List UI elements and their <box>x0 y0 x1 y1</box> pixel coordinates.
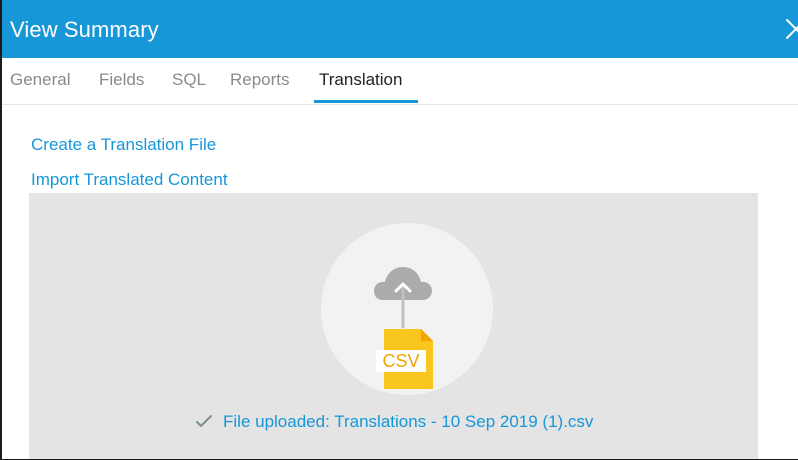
close-button[interactable] <box>781 14 798 44</box>
tab-general[interactable]: General <box>10 70 70 90</box>
view-summary-dialog: View Summary General Fields SQL Reports … <box>0 0 798 460</box>
tab-reports[interactable]: Reports <box>230 70 290 90</box>
cloud-upload-icon <box>374 267 432 329</box>
tab-sql[interactable]: SQL <box>172 70 206 90</box>
tab-bar: General Fields SQL Reports Translation <box>2 58 798 105</box>
dialog-header: View Summary <box>2 0 798 58</box>
upload-graphic: CSV <box>374 267 433 389</box>
close-icon <box>786 19 798 39</box>
import-translated-content-link[interactable]: Import Translated Content <box>31 170 228 190</box>
upload-illustration: CSV <box>321 223 493 395</box>
tab-fields[interactable]: Fields <box>99 70 144 90</box>
file-upload-dropzone[interactable]: CSV File uploaded: Translations - 10 Sep… <box>29 193 758 459</box>
csv-file-badge-text: CSV <box>382 351 419 371</box>
csv-file-icon: CSV <box>376 329 433 389</box>
tab-translation[interactable]: Translation <box>319 70 402 90</box>
upload-status-text: File uploaded: Translations - 10 Sep 201… <box>223 412 594 431</box>
check-icon <box>196 415 212 427</box>
upload-status: File uploaded: Translations - 10 Sep 201… <box>195 412 593 436</box>
dialog-title: View Summary <box>10 17 159 42</box>
create-translation-file-link[interactable]: Create a Translation File <box>31 135 216 155</box>
active-tab-indicator <box>314 100 418 103</box>
